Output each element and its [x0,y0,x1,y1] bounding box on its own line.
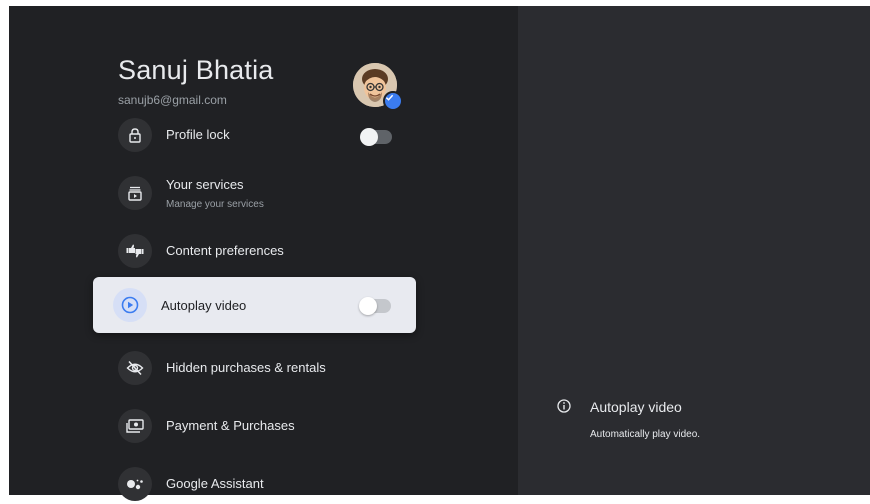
menu-item-content-preferences[interactable]: Content preferences [118,231,418,271]
menu-item-sublabel: Manage your services [166,199,264,210]
profile-email: sanujb6@gmail.com [118,93,227,107]
toggle-knob [359,297,377,315]
menu-item-label: Profile lock [166,127,230,142]
menu-item-autoplay-video[interactable]: Autoplay video [93,277,416,333]
eye-off-icon [118,351,152,385]
info-icon [557,399,571,413]
menu-item-label: Autoplay video [161,298,247,313]
menu-item-google-assistant[interactable]: Google Assistant [118,464,418,504]
services-icon [118,176,152,210]
menu-item-payment-purchases[interactable]: Payment & Purchases [118,406,418,446]
menu-item-label: Google Assistant [166,476,264,491]
autoplay-video-toggle[interactable] [359,297,391,315]
menu-item-label: Hidden purchases & rentals [166,360,326,375]
lock-icon [118,118,152,152]
toggle-knob [360,128,378,146]
menu-item-label: Payment & Purchases [166,418,295,433]
payment-icon [118,409,152,443]
menu-item-your-services[interactable]: Your services Manage your services [118,173,418,213]
profile-lock-toggle[interactable] [360,128,392,146]
profile-name: Sanuj Bhatia [118,55,274,85]
play-circle-icon [113,288,147,322]
info-title: Autoplay video [590,399,682,415]
assistant-icon [118,467,152,501]
menu-item-label: Content preferences [166,243,284,258]
avatar[interactable] [353,63,403,111]
verified-badge-icon [383,91,403,111]
menu-item-hidden-purchases[interactable]: Hidden purchases & rentals [118,348,418,388]
menu-item-label: Your services [166,177,244,192]
thumbs-icon [118,234,152,268]
info-description: Automatically play video. [590,429,701,440]
info-panel [518,6,870,495]
